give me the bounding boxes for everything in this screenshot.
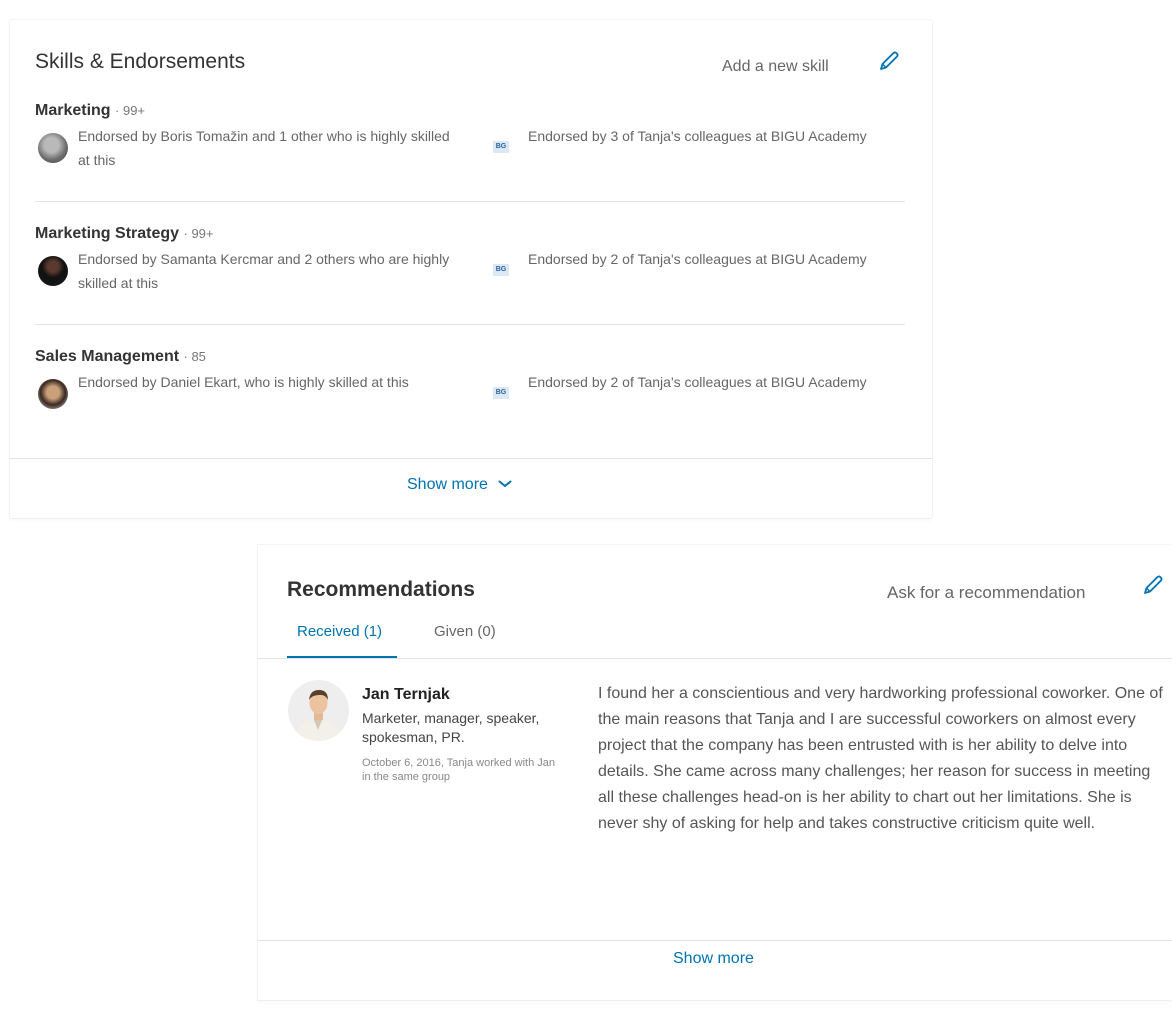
show-more-label: Show more (407, 476, 488, 494)
skills-endorsements-card: Skills & Endorsements Add a new skill Ma… (10, 20, 932, 518)
skill-name[interactable]: Marketing Strategy (35, 225, 179, 242)
skills-section-title: Skills & Endorsements (35, 50, 246, 73)
tab-given[interactable]: Given (0) (434, 623, 496, 640)
recommender-headline: Marketer, manager, speaker, spokesman, P… (362, 710, 540, 745)
endorsement-text: Endorsed by 2 of Tanja's colleagues at B… (528, 251, 867, 267)
endorsement-text: Endorsed by 3 of Tanja's colleagues at B… (528, 128, 867, 144)
endorsed-by-colleagues[interactable]: BG Endorsed by 2 of Tanja's colleagues a… (485, 247, 885, 276)
divider (35, 201, 905, 202)
company-logo: BG (493, 141, 509, 153)
endorsement-count[interactable]: · 99+ (115, 103, 145, 118)
skill-item-sales-management: Sales Management · 85 Endorsed by Daniel… (35, 348, 905, 409)
endorser-avatar (38, 379, 68, 409)
skill-name[interactable]: Marketing (35, 102, 111, 119)
company-logo: BG (493, 264, 509, 276)
recommendation-date: October 6, 2016, Tanja worked with Jan i… (362, 757, 556, 783)
endorsed-by-colleagues[interactable]: BG Endorsed by 2 of Tanja's colleagues a… (485, 370, 885, 399)
recommendations-card: Recommendations Ask for a recommendation… (258, 545, 1172, 1000)
chevron-down-icon (498, 476, 512, 494)
recommendation-text: I found her a conscientious and very har… (598, 685, 1163, 832)
add-new-skill-link[interactable]: Add a new skill (722, 58, 829, 76)
company-logo: BG (493, 387, 509, 399)
divider (10, 458, 932, 459)
endorsed-by-highly-skilled[interactable]: Endorsed by Daniel Ekart, who is highly … (35, 370, 465, 409)
skill-name[interactable]: Sales Management (35, 348, 179, 365)
recommendations-section-title: Recommendations (287, 578, 475, 601)
pencil-icon[interactable] (1142, 574, 1164, 601)
endorsed-by-highly-skilled[interactable]: Endorsed by Samanta Kercmar and 2 others… (35, 247, 465, 295)
divider (258, 940, 1172, 941)
tab-received[interactable]: Received (1) (297, 623, 382, 640)
divider (258, 658, 1172, 659)
endorsement-text: Endorsed by Samanta Kercmar and 2 others… (78, 251, 450, 291)
show-more-recommendations-button[interactable]: Show more (673, 950, 754, 968)
endorser-avatar (38, 133, 68, 163)
pencil-icon[interactable] (878, 50, 900, 77)
show-more-skills-button[interactable]: Show more (407, 476, 512, 494)
endorsement-text: Endorsed by Boris Tomažin and 1 other wh… (78, 128, 450, 168)
endorsement-count[interactable]: · 85 (184, 349, 206, 364)
recommender-avatar[interactable] (288, 680, 349, 741)
skill-item-marketing-strategy: Marketing Strategy · 99+ Endorsed by Sam… (35, 225, 905, 291)
endorsed-by-highly-skilled[interactable]: Endorsed by Boris Tomažin and 1 other wh… (35, 124, 465, 172)
ask-for-recommendation-link[interactable]: Ask for a recommendation (887, 583, 1085, 603)
endorser-avatar (38, 256, 68, 286)
divider (35, 324, 905, 325)
recommender-name[interactable]: Jan Ternjak (362, 686, 450, 704)
endorsed-by-colleagues[interactable]: BG Endorsed by 3 of Tanja's colleagues a… (485, 124, 885, 153)
endorsement-text: Endorsed by 2 of Tanja's colleagues at B… (528, 374, 867, 390)
endorsement-text: Endorsed by Daniel Ekart, who is highly … (78, 374, 409, 390)
endorsement-count[interactable]: · 99+ (184, 226, 214, 241)
skill-item-marketing: Marketing · 99+ Endorsed by Boris Tomaži… (35, 102, 905, 168)
